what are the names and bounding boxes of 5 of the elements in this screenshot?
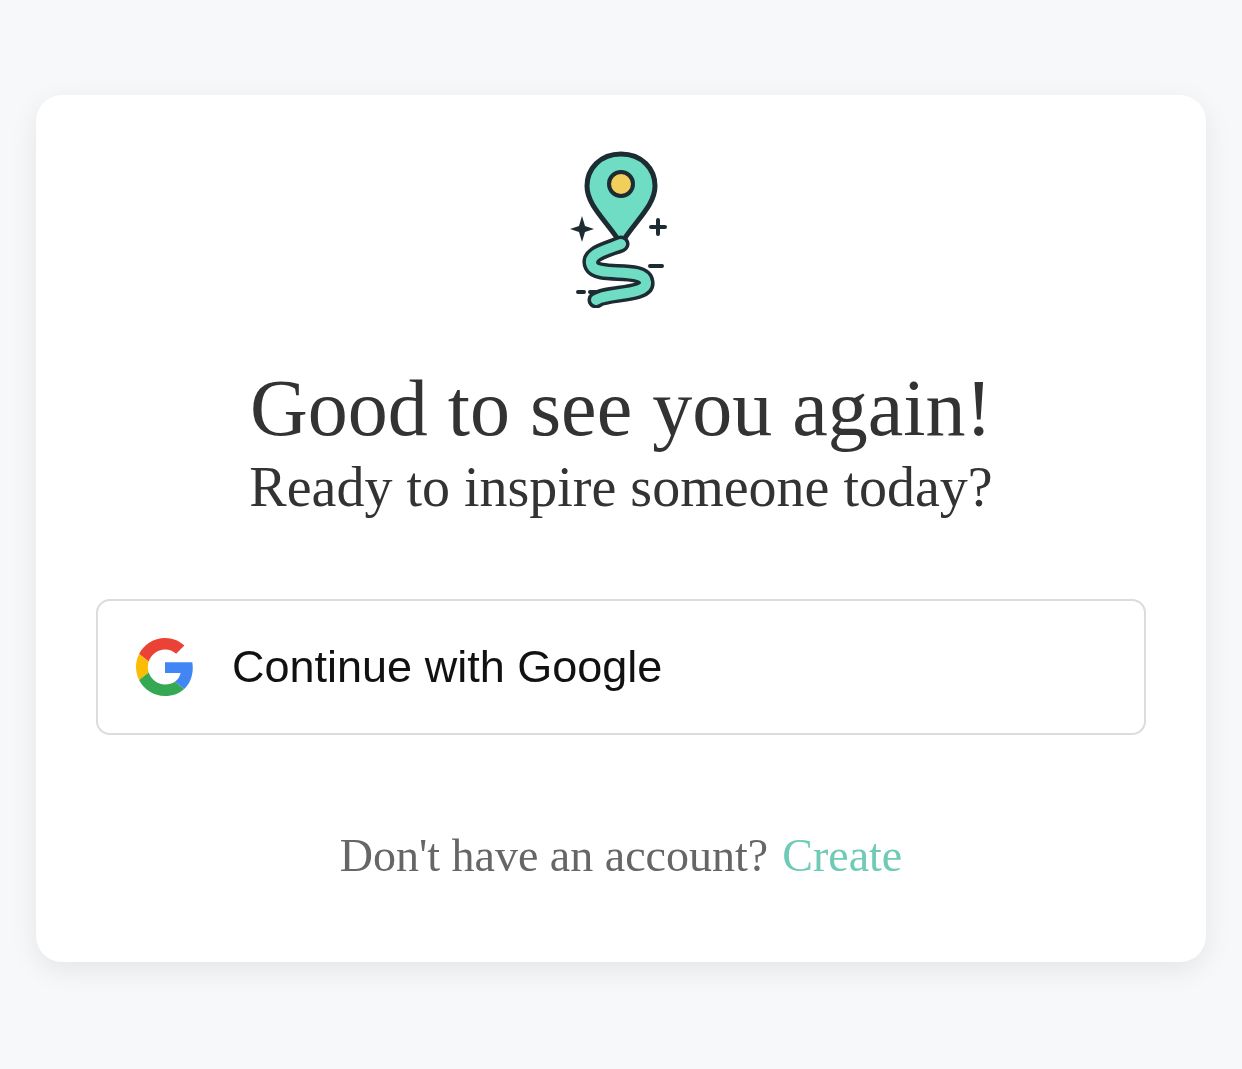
account-prompt: Don't have an account?: [339, 829, 769, 883]
welcome-heading: Good to see you again!: [250, 364, 992, 452]
google-sign-in-button[interactable]: Continue with Google: [96, 599, 1146, 736]
welcome-subheading: Ready to inspire someone today?: [249, 455, 993, 520]
google-icon: [136, 636, 194, 699]
